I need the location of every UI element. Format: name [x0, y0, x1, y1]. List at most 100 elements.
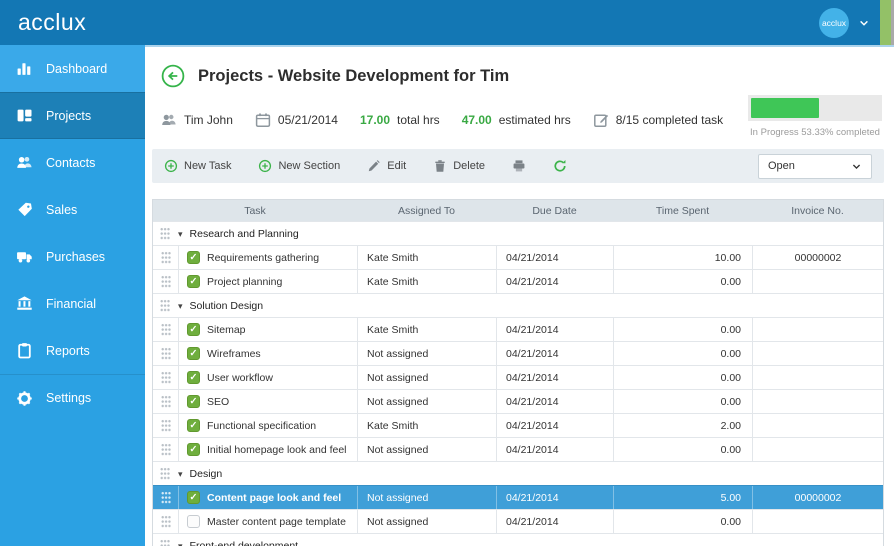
drag-handle-icon[interactable] [160, 515, 171, 528]
sidebar-item-settings[interactable]: Settings [0, 374, 145, 421]
drag-handle-icon[interactable] [160, 539, 170, 546]
collapse-caret-icon[interactable] [178, 468, 183, 480]
time-spent-cell: 0.00 [613, 438, 752, 461]
sidebar-item-purchases[interactable]: Purchases [0, 233, 145, 280]
task-table: Task Assigned To Due Date Time Spent Inv… [152, 199, 884, 546]
collapse-caret-icon[interactable] [178, 228, 183, 240]
section-row[interactable]: Solution Design [153, 293, 883, 317]
progress-label: In Progress 53.33% completed [750, 127, 880, 138]
due-date-cell: 04/21/2014 [496, 246, 613, 269]
assigned-to-cell: Not assigned [357, 342, 496, 365]
section-row[interactable]: Research and Planning [153, 221, 883, 245]
time-spent-cell: 0.00 [613, 390, 752, 413]
invoice-no-cell [752, 414, 883, 437]
column-header-time-spent: Time Spent [655, 204, 710, 217]
user-menu[interactable]: acclux [819, 7, 870, 38]
page-title: Projects - Website Development for Tim [198, 66, 510, 85]
drag-handle-icon[interactable] [160, 347, 171, 360]
task-row[interactable]: Content page look and feel Not assigned … [153, 485, 883, 509]
task-row[interactable]: Functional specification Kate Smith 04/2… [153, 413, 883, 437]
scrollbar-strip[interactable] [880, 0, 894, 45]
section-row[interactable]: Design [153, 461, 883, 485]
drag-handle-icon[interactable] [160, 371, 171, 384]
drag-handle-icon[interactable] [160, 251, 171, 264]
task-checkbox[interactable] [187, 395, 200, 408]
project-date: 05/21/2014 [255, 112, 338, 128]
financial-icon [16, 295, 33, 312]
task-name: Requirements gathering [207, 251, 320, 264]
drag-handle-icon[interactable] [160, 299, 170, 312]
column-header-assigned-to: Assigned To [397, 204, 455, 217]
task-checkbox[interactable] [187, 419, 200, 432]
drag-handle-icon[interactable] [160, 395, 171, 408]
collapse-caret-icon[interactable] [178, 300, 183, 312]
drag-handle-icon[interactable] [160, 491, 171, 504]
section-name: Research and Planning [189, 227, 299, 240]
task-name: Wireframes [207, 347, 261, 360]
task-checkbox[interactable] [187, 443, 200, 456]
sidebar-item-dashboard[interactable]: Dashboard [0, 45, 145, 92]
task-checkbox[interactable] [187, 371, 200, 384]
table-header: Task Assigned To Due Date Time Spent Inv… [153, 200, 883, 221]
task-row[interactable]: User workflow Not assigned 04/21/2014 0.… [153, 365, 883, 389]
edit-button[interactable]: Edit [367, 159, 406, 173]
drag-handle-icon[interactable] [160, 443, 171, 456]
new-section-button[interactable]: New Section [258, 159, 340, 173]
collapse-caret-icon[interactable] [178, 540, 183, 546]
assigned-to-cell: Not assigned [357, 486, 496, 509]
total-hours-label: total hrs [397, 113, 440, 127]
delete-button[interactable]: Delete [433, 159, 485, 173]
task-checkbox[interactable] [187, 515, 200, 528]
status-filter-select[interactable]: Open [758, 153, 872, 179]
print-button[interactable] [512, 159, 526, 173]
task-checkbox[interactable] [187, 275, 200, 288]
task-row[interactable]: SEO Not assigned 04/21/2014 0.00 [153, 389, 883, 413]
total-hours: 17.00 total hrs [360, 113, 440, 127]
invoice-no-cell: 00000002 [752, 486, 883, 509]
completed-tasks-label: 8/15 completed task [615, 113, 724, 127]
main-content: Projects - Website Development for Tim T… [145, 45, 894, 546]
estimated-hours: 47.00 estimated hrs [462, 113, 571, 127]
task-row[interactable]: Initial homepage look and feel Not assig… [153, 437, 883, 461]
progress-bar [748, 95, 882, 121]
task-name: Content page look and feel [207, 491, 342, 504]
task-checkbox[interactable] [187, 347, 200, 360]
refresh-button[interactable] [553, 159, 567, 173]
section-row[interactable]: Front-end development [153, 533, 883, 546]
drag-handle-icon[interactable] [160, 323, 171, 336]
time-spent-cell: 0.00 [613, 270, 752, 293]
invoice-no-cell: 00000002 [752, 246, 883, 269]
refresh-icon [553, 159, 567, 173]
trash-icon [433, 159, 447, 173]
task-row[interactable]: Master content page template Not assigne… [153, 509, 883, 533]
task-row[interactable]: Requirements gathering Kate Smith 04/21/… [153, 245, 883, 269]
sidebar-item-projects[interactable]: Projects [0, 92, 145, 139]
drag-handle-icon[interactable] [160, 467, 170, 480]
printer-icon [512, 159, 526, 173]
chevron-down-icon[interactable] [858, 17, 870, 29]
task-row[interactable]: Sitemap Kate Smith 04/21/2014 0.00 [153, 317, 883, 341]
avatar[interactable]: acclux [819, 7, 849, 38]
sidebar-item-financial[interactable]: Financial [0, 280, 145, 327]
task-row[interactable]: Wireframes Not assigned 04/21/2014 0.00 [153, 341, 883, 365]
drag-handle-icon[interactable] [160, 227, 170, 240]
task-row[interactable]: Project planning Kate Smith 04/21/2014 0… [153, 269, 883, 293]
sidebar-item-reports[interactable]: Reports [0, 327, 145, 374]
due-date-cell: 04/21/2014 [496, 486, 613, 509]
task-name: Initial homepage look and feel [207, 443, 347, 456]
drag-handle-icon[interactable] [160, 275, 171, 288]
task-checkbox[interactable] [187, 323, 200, 336]
assigned-to-cell: Kate Smith [357, 318, 496, 341]
new-task-button[interactable]: New Task [164, 159, 231, 173]
drag-handle-icon[interactable] [160, 419, 171, 432]
chevron-down-icon [851, 161, 862, 172]
task-checkbox[interactable] [187, 251, 200, 264]
sidebar-item-contacts[interactable]: Contacts [0, 139, 145, 186]
back-button[interactable] [161, 64, 185, 88]
task-checkbox[interactable] [187, 491, 200, 504]
time-spent-cell: 2.00 [613, 414, 752, 437]
sales-icon [16, 201, 33, 218]
assigned-to-cell: Not assigned [357, 438, 496, 461]
sidebar-item-sales[interactable]: Sales [0, 186, 145, 233]
assigned-to-cell: Kate Smith [357, 414, 496, 437]
